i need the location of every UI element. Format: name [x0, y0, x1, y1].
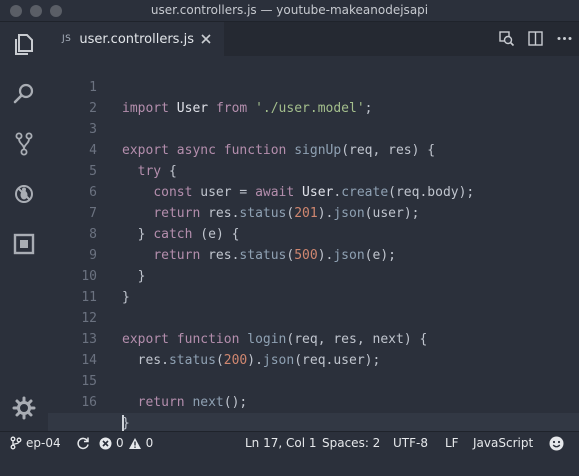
code-line: 16 } [48, 371, 579, 431]
line-endings[interactable]: LF [445, 436, 459, 450]
language-mode[interactable]: JavaScript [473, 436, 533, 450]
code-line: 12 export function login(req, res, next)… [48, 287, 579, 347]
sync-icon [77, 437, 89, 450]
code-editor[interactable]: 1 import User from './user.model'; 2 3 e… [48, 56, 579, 452]
code-line: 13 res.status(200).json(req.user); [48, 308, 579, 368]
code-line: 11 [48, 266, 579, 305]
line-number: 16 [81, 395, 97, 410]
tab-label: user.controllers.js [79, 31, 194, 47]
indentation[interactable]: Spaces: 2 [322, 436, 380, 450]
extensions-icon[interactable] [10, 230, 38, 258]
code-line: 7 } catch (e) { [48, 182, 579, 242]
open-changes-icon[interactable] [498, 30, 515, 47]
error-icon [99, 437, 112, 449]
editor-actions [498, 30, 573, 47]
warning-icon [128, 437, 141, 449]
cursor-position[interactable]: Ln 17, Col 1 [245, 436, 317, 450]
files-icon[interactable] [10, 30, 38, 58]
problems-indicator[interactable]: 0 0 [99, 436, 153, 450]
code-line: 14 [48, 329, 579, 368]
smiley-icon [549, 436, 564, 451]
code-line: 1 import User from './user.model'; [48, 56, 579, 116]
gear-icon[interactable] [10, 394, 38, 422]
debug-icon[interactable] [10, 180, 38, 208]
code-text: return next(); [137, 395, 248, 410]
js-file-icon: JS [62, 34, 72, 44]
code-line: 15 return next(); [48, 350, 579, 410]
close-icon[interactable] [198, 31, 214, 47]
encoding[interactable]: UTF-8 [393, 436, 428, 450]
code-line: 5 const user = await User.create(req.bod… [48, 140, 579, 200]
editor-area: JS user.controllers.js 1 import User fro… [48, 22, 579, 452]
code-line: 3 export async function signUp(req, res)… [48, 98, 579, 158]
git-branch-icon [10, 436, 22, 450]
warning-count: 0 [145, 436, 154, 450]
feedback-button[interactable] [549, 436, 564, 451]
activity-bar [0, 22, 48, 431]
error-count: 0 [116, 436, 124, 450]
branch-name: ep-04 [26, 436, 61, 450]
status-bar: ep-04 0 0 Ln 17, Col 1 Spaces: 2 UTF-8 L… [0, 431, 579, 455]
tab-user-controllers[interactable]: JS user.controllers.js [48, 22, 224, 56]
sync-button[interactable] [76, 436, 90, 450]
code-line: 8 return res.status(500).json(e); [48, 203, 579, 263]
window-title: user.controllers.js — youtube-makeanodej… [150, 3, 429, 17]
code-line: 4 try { [48, 119, 579, 179]
title-bar: user.controllers.js — youtube-makeanodej… [0, 0, 579, 22]
split-editor-icon[interactable] [527, 30, 544, 47]
search-icon[interactable] [10, 80, 38, 108]
code-line: 10 } [48, 245, 579, 305]
branch-indicator[interactable]: ep-04 [10, 436, 61, 450]
code-line: 9 } [48, 224, 579, 284]
code-line: 6 return res.status(201).json(user); [48, 161, 579, 221]
source-control-icon[interactable] [10, 130, 38, 158]
tab-bar: JS user.controllers.js [48, 22, 579, 56]
more-icon[interactable] [556, 30, 573, 47]
code-line: 2 [48, 77, 579, 116]
